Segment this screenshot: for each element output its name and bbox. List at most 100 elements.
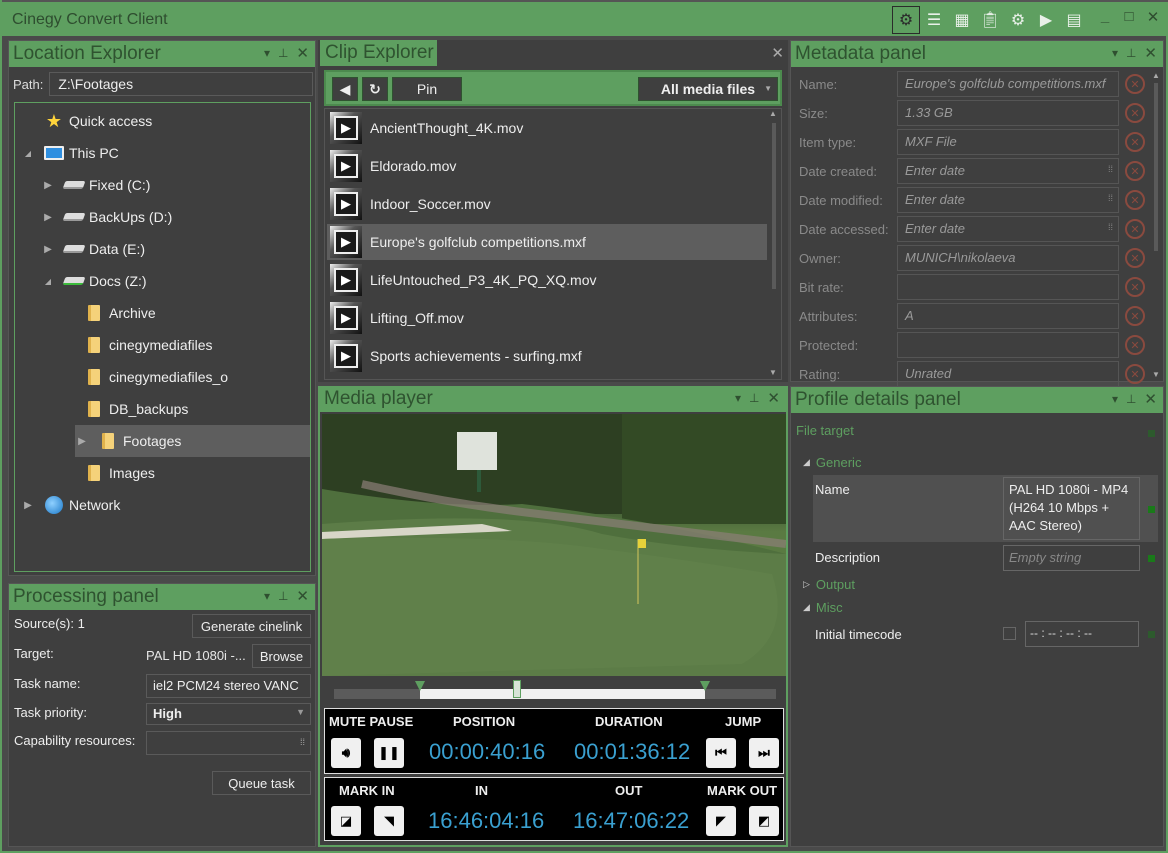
close-icon[interactable]: ✕	[1144, 390, 1157, 408]
clear-field-icon[interactable]: ✕	[1125, 190, 1145, 210]
dropdown-icon[interactable]: ▾	[264, 589, 270, 605]
scroll-thumb[interactable]	[1154, 83, 1158, 251]
output-group-toggle[interactable]: ▷ Output	[803, 577, 855, 592]
metadata-field[interactable]: 1.33 GB	[897, 100, 1119, 126]
clear-field-icon[interactable]: ✕	[1125, 335, 1145, 355]
tree-node[interactable]: cinegymediafiles	[61, 329, 310, 361]
clear-field-icon[interactable]: ✕	[1125, 277, 1145, 297]
back-button[interactable]: ◀	[332, 77, 358, 101]
task-priority-select[interactable]: High ▼	[146, 703, 311, 725]
generate-cinelink-button[interactable]: Generate cinelink	[192, 614, 311, 638]
clip-item[interactable]: ▶ Indoor_Soccer.mov	[327, 186, 767, 222]
clear-field-icon[interactable]: ✕	[1125, 161, 1145, 181]
pause-button[interactable]: ❚❚	[374, 738, 404, 768]
expand-arrow-icon[interactable]: ▶	[21, 500, 35, 511]
close-icon[interactable]: ✕	[767, 389, 780, 407]
list-box-icon[interactable]: ▤	[1060, 6, 1088, 34]
pin-icon[interactable]: ⊥	[1126, 392, 1136, 408]
collapse-arrow-icon[interactable]: ◢	[41, 277, 55, 286]
tree-node[interactable]: Images	[61, 457, 310, 489]
jump-start-button[interactable]: ⏮︎	[706, 738, 736, 768]
capability-resources-input[interactable]: ⁞⁞	[146, 731, 311, 755]
pin-icon[interactable]: ⊥	[278, 46, 288, 62]
browse-button[interactable]: Browse	[252, 644, 311, 668]
initial-timecode-checkbox[interactable]	[1003, 627, 1016, 640]
pin-icon[interactable]: ⊥	[278, 589, 288, 605]
dropdown-icon[interactable]: ▾	[1112, 392, 1118, 408]
mark-out-handle[interactable]	[700, 681, 711, 691]
mark-in-handle[interactable]	[415, 681, 426, 691]
description-input[interactable]: Empty string	[1003, 545, 1140, 571]
tree-node[interactable]: ▶ Footages	[75, 425, 310, 457]
metadata-field[interactable]: MXF File	[897, 129, 1119, 155]
collapse-arrow-icon[interactable]: ◢	[21, 149, 35, 158]
tree-node[interactable]: ◢ Docs (Z:)	[41, 265, 310, 297]
close-icon[interactable]: ✕	[771, 44, 784, 62]
date-picker-icon[interactable]: ⁞⁞	[1108, 222, 1113, 232]
minimize-icon[interactable]: _	[1096, 8, 1114, 28]
close-icon[interactable]: ✕	[296, 44, 309, 62]
clip-item[interactable]: ▶ Sports achievements - surfing.mxf	[327, 338, 767, 374]
refresh-button[interactable]: ↻	[362, 77, 388, 101]
playhead-handle[interactable]	[513, 680, 522, 698]
metadata-field[interactable]: MUNICH\nikolaeva	[897, 245, 1119, 271]
misc-group-toggle[interactable]: ◢ Misc	[803, 600, 843, 615]
date-picker-icon[interactable]: ⁞⁞	[1108, 193, 1113, 203]
grid-tiles-icon[interactable]: ▦	[948, 6, 976, 34]
metadata-field[interactable]	[897, 332, 1119, 358]
go-to-out-button[interactable]: ◩	[749, 806, 779, 836]
filter-select[interactable]: All media files ▼	[638, 77, 778, 101]
tree-node[interactable]: ▶ Network	[21, 489, 310, 521]
clear-field-icon[interactable]: ✕	[1125, 248, 1145, 268]
jump-end-button[interactable]: ⏭︎	[749, 738, 779, 768]
task-name-input[interactable]: iel2 PCM24 stereo VANC	[146, 674, 311, 698]
pin-icon[interactable]: ⊥	[749, 391, 759, 407]
clear-field-icon[interactable]: ✕	[1125, 306, 1145, 326]
settings-gear-icon[interactable]: ⚙	[892, 6, 920, 34]
pin-icon[interactable]: ⊥	[1126, 46, 1136, 62]
clipboard-icon[interactable]: 📋︎	[976, 6, 1004, 34]
dropdown-icon[interactable]: ▾	[264, 46, 270, 62]
scroll-down-icon[interactable]: ▼	[769, 368, 777, 377]
metadata-field[interactable]	[897, 274, 1119, 300]
picker-grid-icon[interactable]: ⁞⁞	[300, 737, 305, 747]
dropdown-icon[interactable]: ▾	[735, 391, 741, 407]
metadata-field[interactable]: Enter date ⁞⁞	[897, 216, 1119, 242]
tree-node[interactable]: ▶ Fixed (C:)	[41, 169, 310, 201]
play-box-icon[interactable]: ▶	[1032, 6, 1060, 34]
clear-field-icon[interactable]: ✕	[1125, 132, 1145, 152]
clip-item[interactable]: ▶ AncientThought_4K.mov	[327, 110, 767, 146]
go-to-in-button[interactable]: ◪	[331, 806, 361, 836]
align-left-icon[interactable]: ☰	[920, 6, 948, 34]
scroll-thumb[interactable]	[772, 123, 776, 289]
clip-item[interactable]: ▶ Europe's golfclub competitions.mxf	[327, 224, 767, 260]
scroll-up-icon[interactable]: ▲	[769, 109, 777, 118]
tree-node[interactable]: DB_backups	[61, 393, 310, 425]
clip-item[interactable]: ▶ Eldorado.mov	[327, 148, 767, 184]
mark-in-button[interactable]: ◥	[374, 806, 404, 836]
pin-button[interactable]: Pin	[392, 77, 462, 101]
clear-field-icon[interactable]: ✕	[1125, 74, 1145, 94]
scroll-down-icon[interactable]: ▼	[1152, 370, 1160, 379]
tree-node[interactable]: ▶ BackUps (D:)	[41, 201, 310, 233]
generic-group-toggle[interactable]: ◢ Generic	[803, 455, 861, 470]
queue-task-button[interactable]: Queue task	[212, 771, 311, 795]
video-frame[interactable]	[322, 414, 786, 676]
scroll-up-icon[interactable]: ▲	[1152, 71, 1160, 80]
dropdown-icon[interactable]: ▾	[1112, 46, 1118, 62]
close-icon[interactable]: ✕	[1144, 44, 1157, 62]
expand-arrow-icon[interactable]: ▶	[41, 212, 55, 223]
clear-field-icon[interactable]: ✕	[1125, 219, 1145, 239]
gears-icon[interactable]: ⚙	[1004, 6, 1032, 34]
date-picker-icon[interactable]: ⁞⁞	[1108, 164, 1113, 174]
clip-explorer-tab[interactable]: Clip Explorer	[320, 40, 437, 66]
expand-arrow-icon[interactable]: ▶	[41, 244, 55, 255]
metadata-scrollbar[interactable]: ▲ ▼	[1151, 71, 1161, 379]
mark-out-button[interactable]: ◤	[706, 806, 736, 836]
timeline-scrubber[interactable]	[334, 680, 776, 699]
close-icon[interactable]: ✕	[296, 587, 309, 605]
clear-field-icon[interactable]: ✕	[1125, 364, 1145, 384]
tree-node[interactable]: ◢ This PC	[21, 137, 310, 169]
tree-node[interactable]: ★ Quick access	[21, 105, 310, 137]
mute-button[interactable]: 🔊︎	[331, 738, 361, 768]
